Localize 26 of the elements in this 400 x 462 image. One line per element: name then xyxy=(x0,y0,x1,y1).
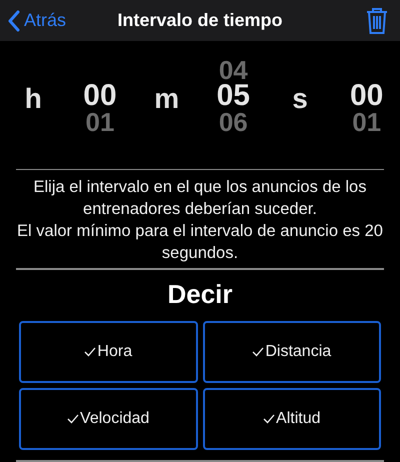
picker-value[interactable]: 01 xyxy=(352,110,382,134)
option-toggle[interactable]: Velocidad xyxy=(19,388,198,450)
unit-label: s xyxy=(292,82,308,116)
option-toggle[interactable]: Altitud xyxy=(202,388,381,450)
option-toggle[interactable]: Hora xyxy=(19,321,198,384)
chevron-left-icon xyxy=(8,10,20,32)
picker-value[interactable]: 00 xyxy=(350,82,384,110)
check-icon xyxy=(84,347,96,358)
window-title: Intervalo de tiempo xyxy=(117,9,283,32)
description-text: Elija el intervalo en el que los anuncios de los entrenadores deberían suceder. xyxy=(32,177,368,220)
unit-label: h xyxy=(24,82,42,116)
description-text: El valor mínimo para el intervalo de anuncio es 20 segundos. xyxy=(16,221,384,264)
check-icon xyxy=(252,347,264,358)
picker-value[interactable]: 05 xyxy=(216,82,250,110)
back-button[interactable]: Atrás xyxy=(8,7,66,34)
check-icon xyxy=(67,414,80,424)
picker-value[interactable]: 06 xyxy=(218,110,248,134)
picker-value[interactable]: 00 xyxy=(83,82,117,110)
trash-button[interactable] xyxy=(366,6,388,35)
check-icon xyxy=(263,414,276,424)
picker-value[interactable]: 04 xyxy=(218,58,248,82)
section-title: Decir xyxy=(166,278,234,310)
trash-icon xyxy=(366,6,388,35)
picker-value[interactable]: 01 xyxy=(86,110,114,134)
option-toggle[interactable]: Distancia xyxy=(202,321,381,384)
unit-label: m xyxy=(154,82,180,116)
